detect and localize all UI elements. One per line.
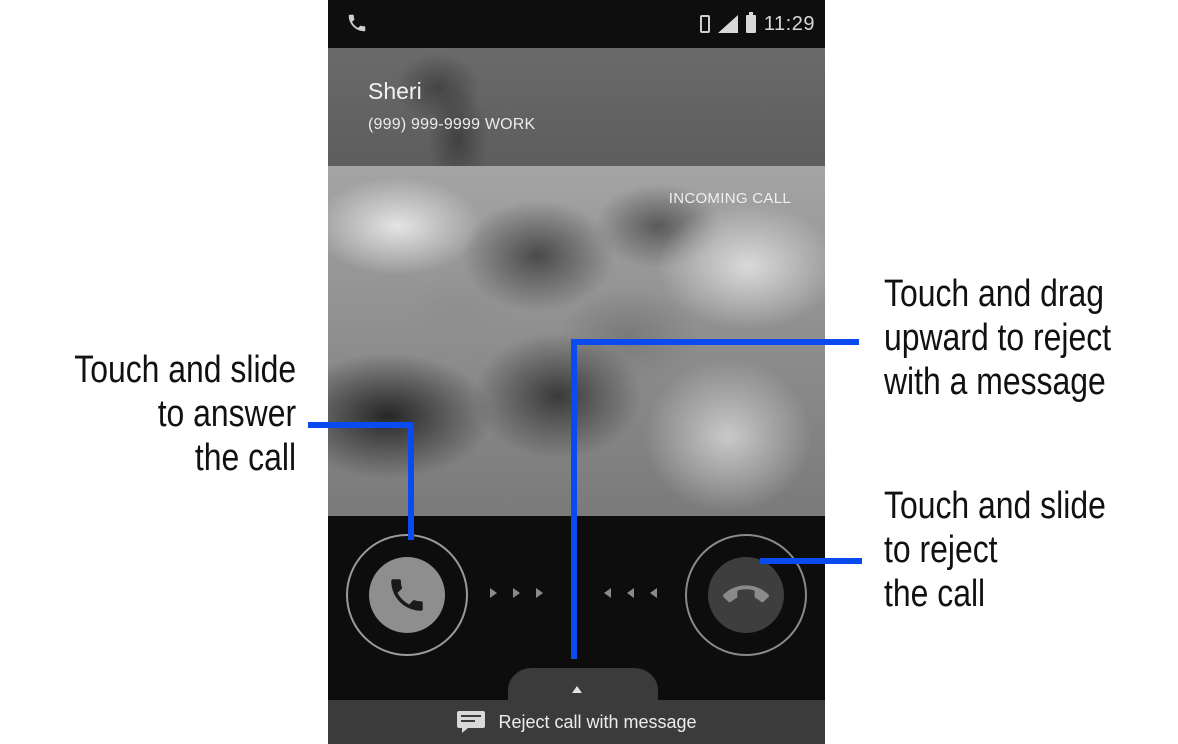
answer-leader-line [408, 422, 414, 540]
status-time: 11:29 [763, 12, 815, 35]
vibrate-icon [699, 15, 710, 33]
chevron-right-icon [536, 588, 543, 598]
phone-hangup-icon [723, 585, 769, 603]
drag-leader-line [571, 339, 859, 345]
callout-line: Touch and slide [884, 485, 1106, 527]
answer-button-face [369, 557, 445, 633]
callout-line: to reject [884, 529, 998, 571]
callout-line: to answer [157, 393, 296, 435]
caller-name: Sheri [368, 78, 422, 104]
message-icon [457, 711, 486, 733]
reject-button-face [708, 557, 784, 633]
status-bar: 11:29 [328, 0, 825, 48]
answer-slide-arrows [490, 588, 543, 598]
reject-slide-arrows [604, 588, 657, 598]
phone-icon [348, 14, 366, 32]
answer-leader-line [308, 422, 414, 428]
chevron-right-icon [513, 588, 520, 598]
callout-line: Touch and slide [74, 349, 296, 391]
callout-line: upward to reject [884, 317, 1112, 359]
reject-with-message-bar[interactable]: Reject call with message [328, 700, 825, 744]
answer-button[interactable] [346, 534, 468, 656]
drag-leader-line [571, 339, 577, 659]
callout-line: Touch and drag [884, 273, 1105, 315]
callout-line: the call [194, 437, 296, 479]
phone-answer-icon [391, 579, 423, 611]
reject-callout: Touch and slide to reject the call [884, 484, 1106, 616]
caller-info: Sheri (999) 999-9999 WORK [328, 48, 825, 166]
status-icons: 11:29 [699, 10, 815, 38]
reject-leader-line [760, 558, 862, 564]
reject-button[interactable] [685, 534, 807, 656]
chevron-left-icon [604, 588, 611, 598]
chevron-left-icon [627, 588, 634, 598]
caller-number: (999) 999-9999 WORK [368, 116, 536, 133]
reject-with-message-label: Reject call with message [498, 711, 697, 732]
chevron-left-icon [650, 588, 657, 598]
callout-line: the call [884, 573, 986, 615]
signal-icon [717, 15, 738, 33]
call-status-label: INCOMING CALL [668, 190, 791, 207]
chevron-up-icon [572, 686, 582, 693]
answer-callout: Touch and slide to answer the call [74, 348, 296, 480]
chevron-right-icon [490, 588, 497, 598]
callout-line: with a message [884, 361, 1106, 403]
drag-callout: Touch and drag upward to reject with a m… [884, 272, 1111, 404]
battery-icon [745, 12, 756, 33]
